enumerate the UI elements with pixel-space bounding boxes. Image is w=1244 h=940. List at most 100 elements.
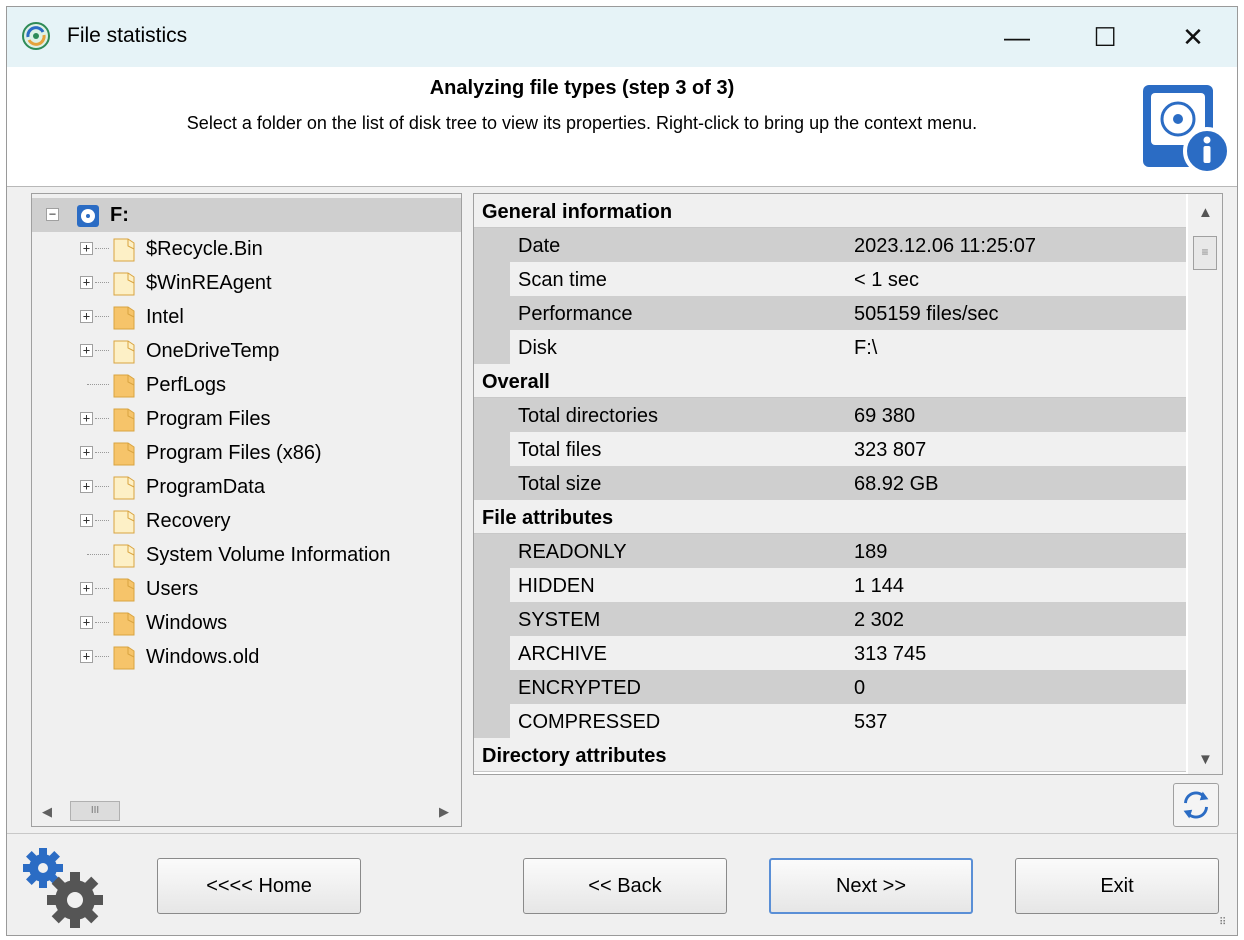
properties-grid[interactable]: General information Date 2023.12.06 11:25:…: [473, 193, 1223, 775]
scroll-left-icon[interactable]: ◀: [42, 804, 52, 820]
scroll-down-icon[interactable]: ▼: [1198, 751, 1213, 768]
property-row[interactable]: Total files 323 807: [474, 432, 1186, 466]
properties-vertical-scrollbar[interactable]: ▲ ≡ ▼: [1188, 194, 1222, 774]
property-group-header[interactable]: Overall: [474, 364, 1186, 398]
expand-icon[interactable]: +: [80, 514, 93, 527]
tree-root-item[interactable]: − F:: [32, 198, 461, 232]
expand-icon[interactable]: +: [80, 480, 93, 493]
title-bar[interactable]: File statistics — ☐ ✕: [7, 7, 1237, 67]
tree-item[interactable]: + Windows: [32, 606, 461, 640]
property-row[interactable]: READONLY 189: [474, 534, 1186, 568]
row-gutter: [474, 228, 510, 262]
minimize-button[interactable]: —: [973, 7, 1061, 67]
property-row[interactable]: Date 2023.12.06 11:25:07: [474, 228, 1186, 262]
expand-icon[interactable]: +: [80, 446, 93, 459]
tree-item[interactable]: System Volume Information: [32, 538, 461, 572]
tree-item[interactable]: PerfLogs: [32, 368, 461, 402]
tree-connector: [95, 350, 109, 351]
tree-item[interactable]: + OneDriveTemp: [32, 334, 461, 368]
expand-icon[interactable]: +: [80, 616, 93, 629]
scroll-right-icon[interactable]: ▶: [439, 804, 449, 820]
collapse-icon[interactable]: −: [46, 208, 59, 221]
property-row[interactable]: Disk F:\: [474, 330, 1186, 364]
property-row[interactable]: ENCRYPTED 0: [474, 670, 1186, 704]
property-row[interactable]: Scan time < 1 sec: [474, 262, 1186, 296]
property-value: 537: [854, 711, 888, 733]
minimize-icon: —: [1004, 21, 1030, 52]
folder-icon: [113, 238, 135, 262]
tree-item[interactable]: + Recovery: [32, 504, 461, 538]
refresh-button[interactable]: [1173, 783, 1219, 827]
disk-info-icon: [1143, 85, 1231, 175]
tree-item[interactable]: + ProgramData: [32, 470, 461, 504]
folder-icon: [113, 272, 135, 296]
property-row[interactable]: HIDDEN 1 144: [474, 568, 1186, 602]
wizard-header: Analyzing file types (step 3 of 3) Selec…: [7, 67, 1237, 187]
tree-item[interactable]: + Windows.old: [32, 640, 461, 674]
property-group-header[interactable]: File attributes: [474, 500, 1186, 534]
folder-icon: [113, 476, 135, 500]
close-button[interactable]: ✕: [1149, 7, 1237, 67]
tree-item-label: OneDriveTemp: [146, 340, 280, 362]
tree-item-label: PerfLogs: [146, 374, 227, 396]
property-row[interactable]: Total directories 69 380: [474, 398, 1186, 432]
expand-icon[interactable]: +: [80, 310, 93, 323]
property-value: 2 302: [854, 609, 905, 631]
property-key: Scan time: [518, 269, 607, 291]
tree-item[interactable]: + Program Files: [32, 402, 461, 436]
property-row[interactable]: Performance 505159 files/sec: [474, 296, 1186, 330]
tree-connector: [95, 452, 109, 453]
exit-button-label: Exit: [1100, 874, 1134, 897]
property-row[interactable]: COMPRESSED 537: [474, 704, 1186, 738]
property-key: HIDDEN: [518, 575, 595, 597]
property-group-header[interactable]: Directory attributes: [474, 738, 1186, 772]
exit-button[interactable]: Exit: [1015, 858, 1219, 914]
tree-item-label: Windows: [146, 612, 228, 634]
disk-tree[interactable]: − F: + $Recycle.Bin + $WinREAgent + Intel + One…: [31, 193, 462, 827]
scroll-thumb[interactable]: III: [70, 801, 120, 821]
tree-item-label: Recovery: [146, 510, 231, 532]
folder-icon: [113, 578, 135, 602]
expand-icon[interactable]: +: [80, 344, 93, 357]
tree-item[interactable]: + Users: [32, 572, 461, 606]
tree-connector: [95, 588, 109, 589]
maximize-button[interactable]: ☐: [1061, 7, 1149, 67]
tree-item[interactable]: + $WinREAgent: [32, 266, 461, 300]
scroll-thumb[interactable]: ≡: [1193, 236, 1217, 270]
property-key: Disk: [518, 337, 557, 359]
scroll-up-icon[interactable]: ▲: [1198, 204, 1213, 221]
home-button[interactable]: <<<< Home: [157, 858, 361, 914]
property-value: 0: [854, 677, 866, 699]
back-button[interactable]: << Back: [523, 858, 727, 914]
tree-root-label: F:: [110, 204, 129, 226]
property-key: Total size: [518, 473, 602, 495]
folder-icon: [113, 408, 135, 432]
tree-item[interactable]: + Program Files (x86): [32, 436, 461, 470]
property-row[interactable]: SYSTEM 2 302: [474, 602, 1186, 636]
tree-horizontal-scrollbar[interactable]: ◀ III ▶: [32, 796, 461, 826]
property-row[interactable]: Total size 68.92 GB: [474, 466, 1186, 500]
row-gutter: [474, 534, 510, 568]
tree-item[interactable]: + Intel: [32, 300, 461, 334]
row-gutter: [474, 398, 510, 432]
expand-icon[interactable]: +: [80, 412, 93, 425]
tree-connector: [87, 384, 109, 385]
property-row[interactable]: ARCHIVE 313 745: [474, 636, 1186, 670]
tree-item[interactable]: + $Recycle.Bin: [32, 232, 461, 266]
file-statistics-window: File statistics — ☐ ✕ Analyzing file typ…: [6, 6, 1238, 936]
next-button[interactable]: Next >>: [769, 858, 973, 914]
close-icon: ✕: [1182, 21, 1204, 52]
resize-grip-icon[interactable]: ⠿: [1219, 917, 1233, 931]
expand-icon[interactable]: +: [80, 650, 93, 663]
tree-connector: [95, 282, 109, 283]
expand-icon[interactable]: +: [80, 276, 93, 289]
expand-icon[interactable]: +: [80, 582, 93, 595]
property-group-header[interactable]: General information: [474, 194, 1186, 228]
wizard-footer: <<<< Home << Back Next >> Exit ⠿: [7, 833, 1237, 935]
tree-connector: [95, 486, 109, 487]
property-value: 68.92 GB: [854, 473, 939, 495]
row-gutter: [474, 262, 510, 296]
row-gutter: [474, 466, 510, 500]
expand-icon[interactable]: +: [80, 242, 93, 255]
folder-icon: [113, 544, 135, 568]
